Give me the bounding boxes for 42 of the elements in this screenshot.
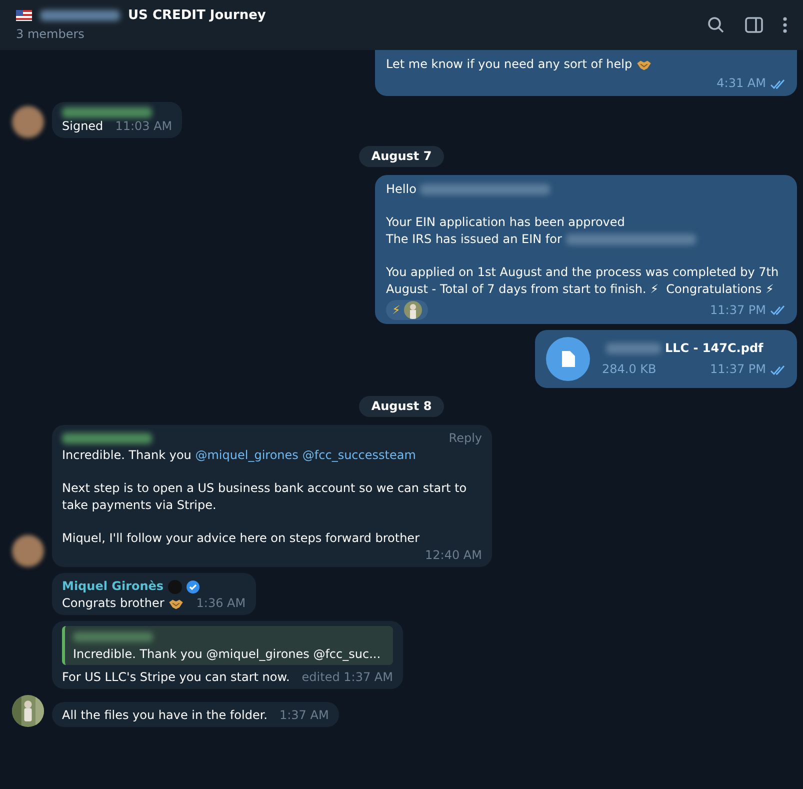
message-text: Let me know if you need any sort of help bbox=[386, 56, 632, 73]
date-badge: August 8 bbox=[359, 396, 444, 417]
document-icon[interactable] bbox=[546, 337, 590, 381]
reply-button[interactable]: Reply bbox=[448, 430, 482, 447]
message-time: 11:03 AM bbox=[115, 118, 172, 135]
message-text: The IRS has issued an EIN for bbox=[386, 231, 562, 248]
reaction-chip[interactable]: ⚡ bbox=[386, 300, 428, 320]
reaction-emoji: ⚡ bbox=[392, 302, 400, 318]
message-time: 11:37 PM bbox=[710, 361, 766, 378]
message-time: 12:40 AM bbox=[425, 547, 482, 564]
message-text: Hello bbox=[386, 181, 416, 198]
message-time: 4:31 AM bbox=[716, 75, 766, 92]
quoted-text: Incredible. Thank you @miquel_girones @fcc_suc... bbox=[73, 646, 382, 663]
message-text: All the files you have in the folder. bbox=[62, 707, 268, 724]
file-name: LLC - 147C.pdf bbox=[665, 340, 764, 357]
date-badge: August 7 bbox=[359, 146, 444, 167]
message-time: 11:37 PM bbox=[710, 302, 766, 318]
message-time: 1:36 AM bbox=[196, 595, 246, 612]
message-text: Signed bbox=[62, 118, 104, 135]
handshake-icon bbox=[636, 58, 652, 70]
sender-name: Miquel Gironès bbox=[62, 578, 164, 595]
redacted-text bbox=[606, 343, 661, 354]
message-text: Congrats brother bbox=[62, 595, 164, 612]
member-count: 3 members bbox=[16, 26, 86, 43]
quoted-message[interactable]: Incredible. Thank you @miquel_girones @fcc_suc... bbox=[62, 626, 393, 665]
more-icon[interactable] bbox=[783, 17, 787, 33]
mention-link[interactable]: @fcc_successteam bbox=[302, 447, 416, 464]
message-text: You applied on 1st August and the process was completed by 7th August - Total of 7 days from start to finish. ⚡ Congratulations ⚡ bbox=[386, 264, 780, 298]
message-time: 1:37 AM bbox=[279, 707, 329, 724]
message-text: For US LLC's Stripe you can start now. bbox=[62, 669, 290, 686]
chat-title: US CREDIT Journey bbox=[128, 7, 266, 24]
handshake-icon bbox=[168, 598, 184, 610]
message-text: Next step is to open a US business bank account so we can start to take payments via Stripe. bbox=[62, 480, 468, 514]
side-panel-icon[interactable] bbox=[745, 17, 763, 33]
message-text: Incredible. Thank you bbox=[62, 447, 192, 464]
message-time: edited 1:37 AM bbox=[302, 669, 393, 686]
message-text: Miquel, I'll follow your advice here on steps forward brother bbox=[62, 530, 420, 547]
mention-link[interactable]: @miquel_girones bbox=[195, 447, 298, 464]
search-icon[interactable] bbox=[707, 16, 725, 34]
message-text: Your EIN application has been approved bbox=[386, 214, 625, 231]
flag-icon bbox=[16, 10, 32, 21]
file-size: 284.0 KB bbox=[602, 361, 656, 378]
